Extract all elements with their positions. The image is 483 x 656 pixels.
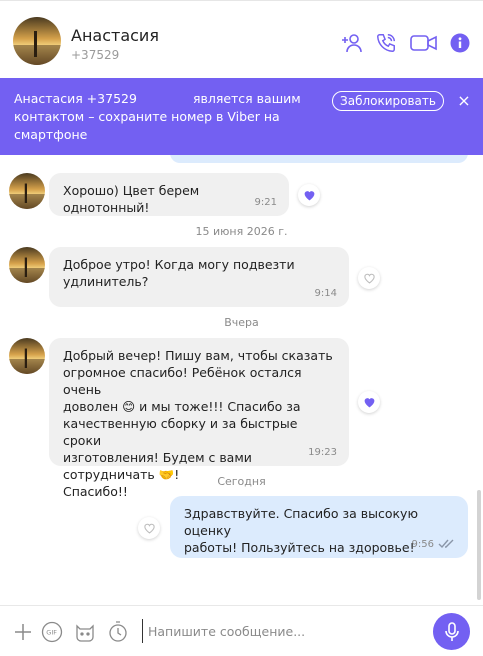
info-icon[interactable] <box>450 31 470 55</box>
save-contact-banner: Анастасия +37529 является вашим контактом… <box>0 78 483 155</box>
contact-avatar[interactable] <box>13 17 61 65</box>
banner-message: Анастасия +37529 является вашим контактом… <box>14 90 314 144</box>
plus-icon[interactable] <box>11 620 35 644</box>
message-bubble[interactable]: Хорошо) Цвет берем однотонный! 9:21 <box>49 173 289 216</box>
sender-avatar[interactable] <box>9 338 45 374</box>
svg-text:GIF: GIF <box>46 629 57 637</box>
date-separator: Сегодня <box>217 475 266 488</box>
message-composer: GIF <box>0 605 483 656</box>
timer-icon[interactable] <box>106 620 130 644</box>
sender-avatar[interactable] <box>9 247 45 283</box>
sender-avatar[interactable] <box>9 173 45 209</box>
message-bubble[interactable]: Добрый вечер! Пишу вам, чтобы сказать ог… <box>49 338 349 499</box>
gif-icon[interactable]: GIF <box>40 620 64 644</box>
contact-name: Анастасия <box>71 26 159 45</box>
message-time: 9:56 <box>411 539 434 550</box>
like-heart-icon[interactable] <box>358 267 380 289</box>
add-contact-icon[interactable] <box>340 31 364 55</box>
chat-scrollbar[interactable] <box>477 490 481 600</box>
message-time: 19:23 <box>308 447 337 458</box>
like-heart-icon[interactable] <box>358 391 380 413</box>
message-time: 9:14 <box>314 288 337 299</box>
contact-phone: +37529 <box>71 48 120 62</box>
chat-header: Анастасия +37529 <box>0 0 483 78</box>
message-text: Доброе утро! Когда могу подвезти удлинит… <box>63 257 295 289</box>
message-bubble[interactable]: Доброе утро! Когда могу подвезти удлинит… <box>49 247 349 307</box>
message-bubble[interactable]: Здравствуйте. Спасибо за высокую оценку … <box>170 496 468 558</box>
message-input[interactable] <box>142 619 422 643</box>
date-separator: Вчера <box>224 316 259 329</box>
phone-icon[interactable] <box>374 31 398 55</box>
message-text: Хорошо) Цвет берем однотонный! <box>63 183 200 215</box>
previous-message-bubble <box>170 155 468 163</box>
block-button[interactable]: Заблокировать <box>332 91 444 111</box>
message-list[interactable]: Хорошо) Цвет берем однотонный! 9:21 15 и… <box>0 155 483 605</box>
like-heart-icon[interactable] <box>138 517 160 539</box>
read-ticks-icon <box>438 539 454 549</box>
microphone-button[interactable] <box>433 613 470 650</box>
microphone-icon <box>444 621 459 641</box>
message-time: 9:21 <box>254 197 277 208</box>
banner-contact: Анастасия +37529 <box>14 91 137 106</box>
date-separator: 15 июня 2026 г. <box>195 225 288 238</box>
video-call-icon[interactable] <box>409 31 439 55</box>
close-icon[interactable]: × <box>456 91 472 111</box>
sticker-icon[interactable] <box>73 620 97 644</box>
like-heart-icon[interactable] <box>298 184 320 206</box>
